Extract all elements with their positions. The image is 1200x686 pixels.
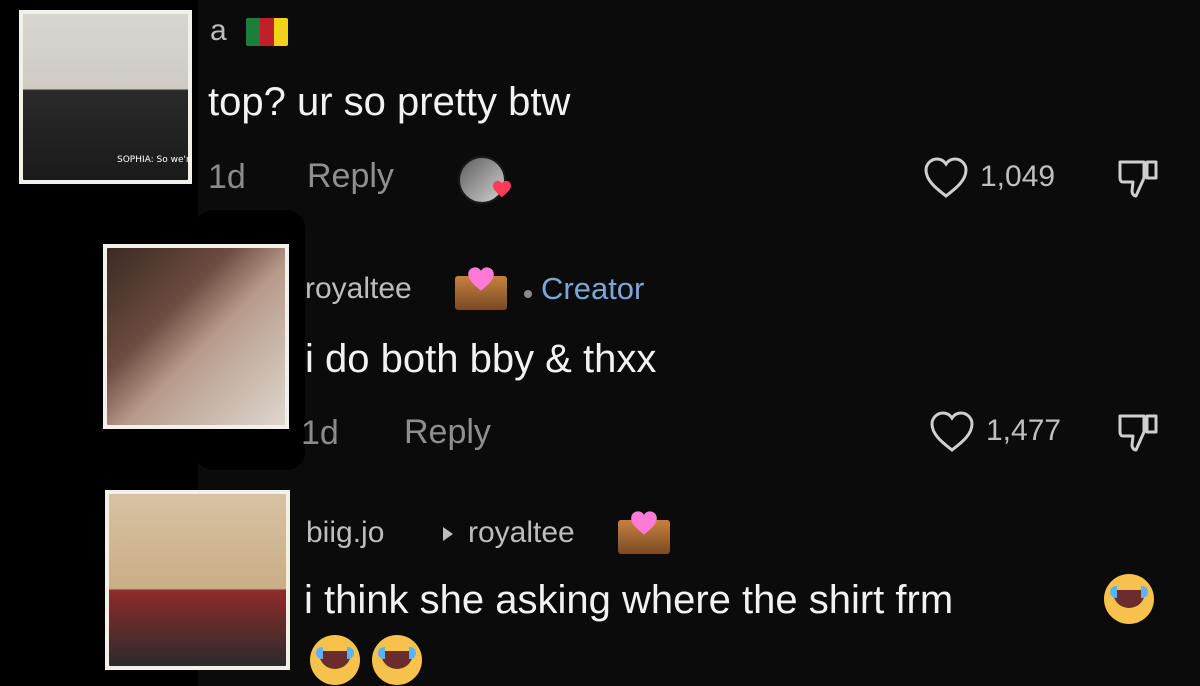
separator-dot [524,290,532,298]
creator-badge: Creator [541,271,645,306]
thumbs-down-icon[interactable] [1114,156,1162,200]
crying-face-emoji-icon [310,635,360,685]
reply-button[interactable]: Reply [404,413,491,452]
couple-heart-emoji-icon [455,267,507,310]
comment-age: 1d [301,414,339,452]
thumbs-down-icon[interactable] [1114,410,1162,454]
like-heart-icon[interactable] [922,154,970,200]
crying-face-emoji-icon [372,635,422,685]
avatar-comment-1[interactable]: SOPHIA: So we're so [19,10,192,184]
username[interactable]: a [210,14,227,48]
comment-text: i think she asking where the shirt frm [304,578,954,622]
couple-heart-emoji-icon [618,511,670,554]
like-count: 1,477 [986,414,1062,447]
avatar-image [109,494,286,666]
like-count: 1,049 [980,160,1056,193]
avatar-caption: SOPHIA: So we're so [117,155,192,165]
username[interactable]: biig.jo [306,516,384,550]
avatar-comment-3[interactable] [105,490,290,670]
reply-to-username[interactable]: royaltee [468,516,575,550]
avatar-image [107,248,285,425]
avatar-comment-2[interactable] [103,244,289,429]
triangle-right-icon [441,525,455,543]
like-heart-icon[interactable] [928,408,976,454]
reply-button[interactable]: Reply [307,157,394,196]
crying-face-emoji-icon [1104,574,1154,624]
cameroon-flag-icon [246,18,288,46]
comment-age: 1d [208,158,246,196]
comment-text: top? ur so pretty btw [208,80,571,124]
heart-icon [492,180,512,198]
comment-text: i do both bby & thxx [305,337,657,381]
username[interactable]: royaltee [305,272,412,306]
